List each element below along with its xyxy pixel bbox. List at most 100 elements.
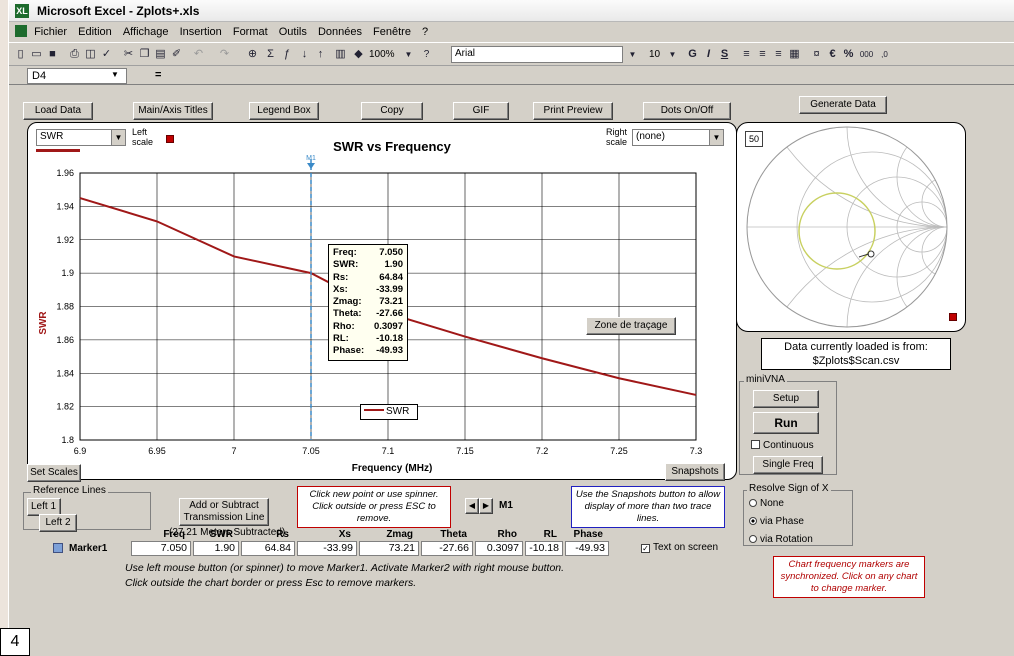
- smith-chart[interactable]: [737, 123, 965, 331]
- currency-icon[interactable]: ¤: [809, 47, 824, 62]
- text-on-screen-checkbox[interactable]: ✓ Text on screen: [641, 542, 718, 553]
- legend-label: SWR: [386, 406, 410, 417]
- help-icon[interactable]: ?: [419, 47, 434, 62]
- workbook-icon[interactable]: [15, 25, 27, 37]
- font-dropdown-icon[interactable]: ▼: [625, 47, 640, 62]
- percent-button[interactable]: %: [841, 47, 856, 62]
- underline-button[interactable]: S: [717, 47, 732, 62]
- minivna-title: miniVNA: [744, 374, 787, 385]
- save-icon[interactable]: ■: [45, 47, 60, 62]
- marker-table-cell[interactable]: -27.66: [421, 541, 473, 556]
- name-box-dropdown-icon[interactable]: ▼: [111, 70, 119, 79]
- spinner-right-button[interactable]: ▶: [479, 498, 493, 514]
- menu-insertion[interactable]: Insertion: [180, 26, 222, 38]
- smith-chart-frame[interactable]: 50: [736, 122, 966, 332]
- italic-button[interactable]: I: [701, 47, 716, 62]
- print-icon[interactable]: ⎙: [67, 47, 82, 62]
- align-center-icon[interactable]: ≡: [755, 47, 770, 62]
- tooltip-key: Xs:: [333, 283, 348, 295]
- run-button[interactable]: Run: [753, 412, 819, 434]
- drawing-icon[interactable]: ◆: [351, 47, 366, 62]
- main-axis-titles-button[interactable]: Main/Axis Titles: [133, 102, 213, 120]
- cut-icon[interactable]: ✂: [121, 47, 136, 62]
- merge-center-icon[interactable]: ▦: [787, 47, 802, 62]
- increase-decimal-icon[interactable]: ,0: [877, 47, 892, 62]
- font-size-dropdown-icon[interactable]: ▼: [665, 47, 680, 62]
- single-freq-button[interactable]: Single Freq: [753, 456, 823, 474]
- marker1-handle-icon[interactable]: [307, 163, 315, 169]
- sort-asc-icon[interactable]: ↓: [297, 47, 312, 62]
- generate-data-button[interactable]: Generate Data: [799, 96, 887, 114]
- chart-legend[interactable]: SWR: [360, 404, 418, 420]
- left2-button[interactable]: Left 2: [39, 514, 77, 532]
- set-scales-button[interactable]: Set Scales: [27, 464, 81, 482]
- marker-table-cell[interactable]: -33.99: [297, 541, 357, 556]
- menu-donnees[interactable]: Données: [318, 26, 362, 38]
- continuous-checkbox[interactable]: Continuous: [751, 440, 814, 451]
- spell-icon[interactable]: ✓: [99, 47, 114, 62]
- redo-icon[interactable]: ↷: [217, 47, 232, 62]
- bold-button[interactable]: G: [685, 47, 700, 62]
- y-tick-label: 1.82: [56, 402, 74, 412]
- chart-frame[interactable]: SWR ▼ Left scale Right scale (none) ▼ SW…: [27, 122, 737, 480]
- sort-desc-icon[interactable]: ↑: [313, 47, 328, 62]
- marker-table-cell[interactable]: 0.3097: [475, 541, 523, 556]
- menu-edition[interactable]: Edition: [78, 26, 112, 38]
- setup-button[interactable]: Setup: [753, 390, 819, 408]
- marker-table-cell[interactable]: -10.18: [525, 541, 563, 556]
- copy-icon[interactable]: ❐: [137, 47, 152, 62]
- zoom-value[interactable]: 100%: [369, 49, 395, 60]
- align-right-icon[interactable]: ≡: [771, 47, 786, 62]
- y-tick-label: 1.88: [56, 302, 74, 312]
- new-icon[interactable]: ▯: [13, 47, 28, 62]
- menu-affichage[interactable]: Affichage: [123, 26, 169, 38]
- menu-help[interactable]: ?: [422, 26, 428, 38]
- undo-icon[interactable]: ↶: [191, 47, 206, 62]
- formula-equals[interactable]: =: [155, 69, 161, 81]
- radio-icon: [749, 535, 757, 543]
- zone-de-tracage-button[interactable]: Zone de traçage: [586, 317, 676, 335]
- marker-table-cell[interactable]: 1.90: [193, 541, 239, 556]
- tooltip-row: Freq: 7.050: [333, 247, 403, 259]
- thousands-button[interactable]: 000: [859, 47, 874, 62]
- marker1-color-icon[interactable]: [53, 543, 63, 553]
- copy-button[interactable]: Copy: [361, 102, 423, 120]
- marker-table-cell[interactable]: 64.84: [241, 541, 295, 556]
- smith-color-picker-icon[interactable]: [949, 313, 957, 321]
- zoom-dropdown-icon[interactable]: ▼: [401, 47, 416, 62]
- chart-wizard-icon[interactable]: ▥: [333, 47, 348, 62]
- marker-table-cell[interactable]: 7.050: [131, 541, 191, 556]
- menu-format[interactable]: Format: [233, 26, 268, 38]
- resolve-option-phase[interactable]: via Phase: [749, 516, 804, 527]
- legend-box-button[interactable]: Legend Box: [249, 102, 319, 120]
- autosum-icon[interactable]: Σ: [263, 47, 278, 62]
- function-icon[interactable]: ƒ: [279, 47, 294, 62]
- font-name-box[interactable]: Arial: [451, 46, 623, 63]
- tooltip-value: 0.3097: [373, 320, 403, 332]
- menu-outils[interactable]: Outils: [279, 26, 307, 38]
- menu-fichier[interactable]: Fichier: [34, 26, 67, 38]
- load-data-button[interactable]: Load Data: [23, 102, 93, 120]
- chart-title: SWR vs Frequency: [333, 139, 452, 154]
- spinner-left-button[interactable]: ◀: [465, 498, 479, 514]
- add-subtract-line-button[interactable]: Add or Subtract Transmission Line: [179, 498, 269, 526]
- gif-button[interactable]: GIF: [453, 102, 509, 120]
- format-painter-icon[interactable]: ✐: [169, 47, 184, 62]
- print-preview-button[interactable]: Print Preview: [533, 102, 613, 120]
- preview-icon[interactable]: ◫: [83, 47, 98, 62]
- euro-button[interactable]: €: [825, 47, 840, 62]
- instructions-line2: Click outside the chart border or press …: [125, 577, 417, 589]
- marker-table-cell[interactable]: -49.93: [565, 541, 609, 556]
- paste-icon[interactable]: ▤: [153, 47, 168, 62]
- y-tick-label: 1.92: [56, 235, 74, 245]
- align-left-icon[interactable]: ≡: [739, 47, 754, 62]
- resolve-option-rotation[interactable]: via Rotation: [749, 534, 813, 545]
- hyperlink-icon[interactable]: ⊕: [245, 47, 260, 62]
- resolve-option-none[interactable]: None: [749, 498, 784, 509]
- font-size-value[interactable]: 10: [649, 49, 660, 60]
- open-icon[interactable]: ▭: [29, 47, 44, 62]
- dots-onoff-button[interactable]: Dots On/Off: [643, 102, 731, 120]
- snapshots-button[interactable]: Snapshots: [665, 463, 725, 481]
- menu-fenetre[interactable]: Fenêtre: [373, 26, 411, 38]
- marker-table-cell[interactable]: 73.21: [359, 541, 419, 556]
